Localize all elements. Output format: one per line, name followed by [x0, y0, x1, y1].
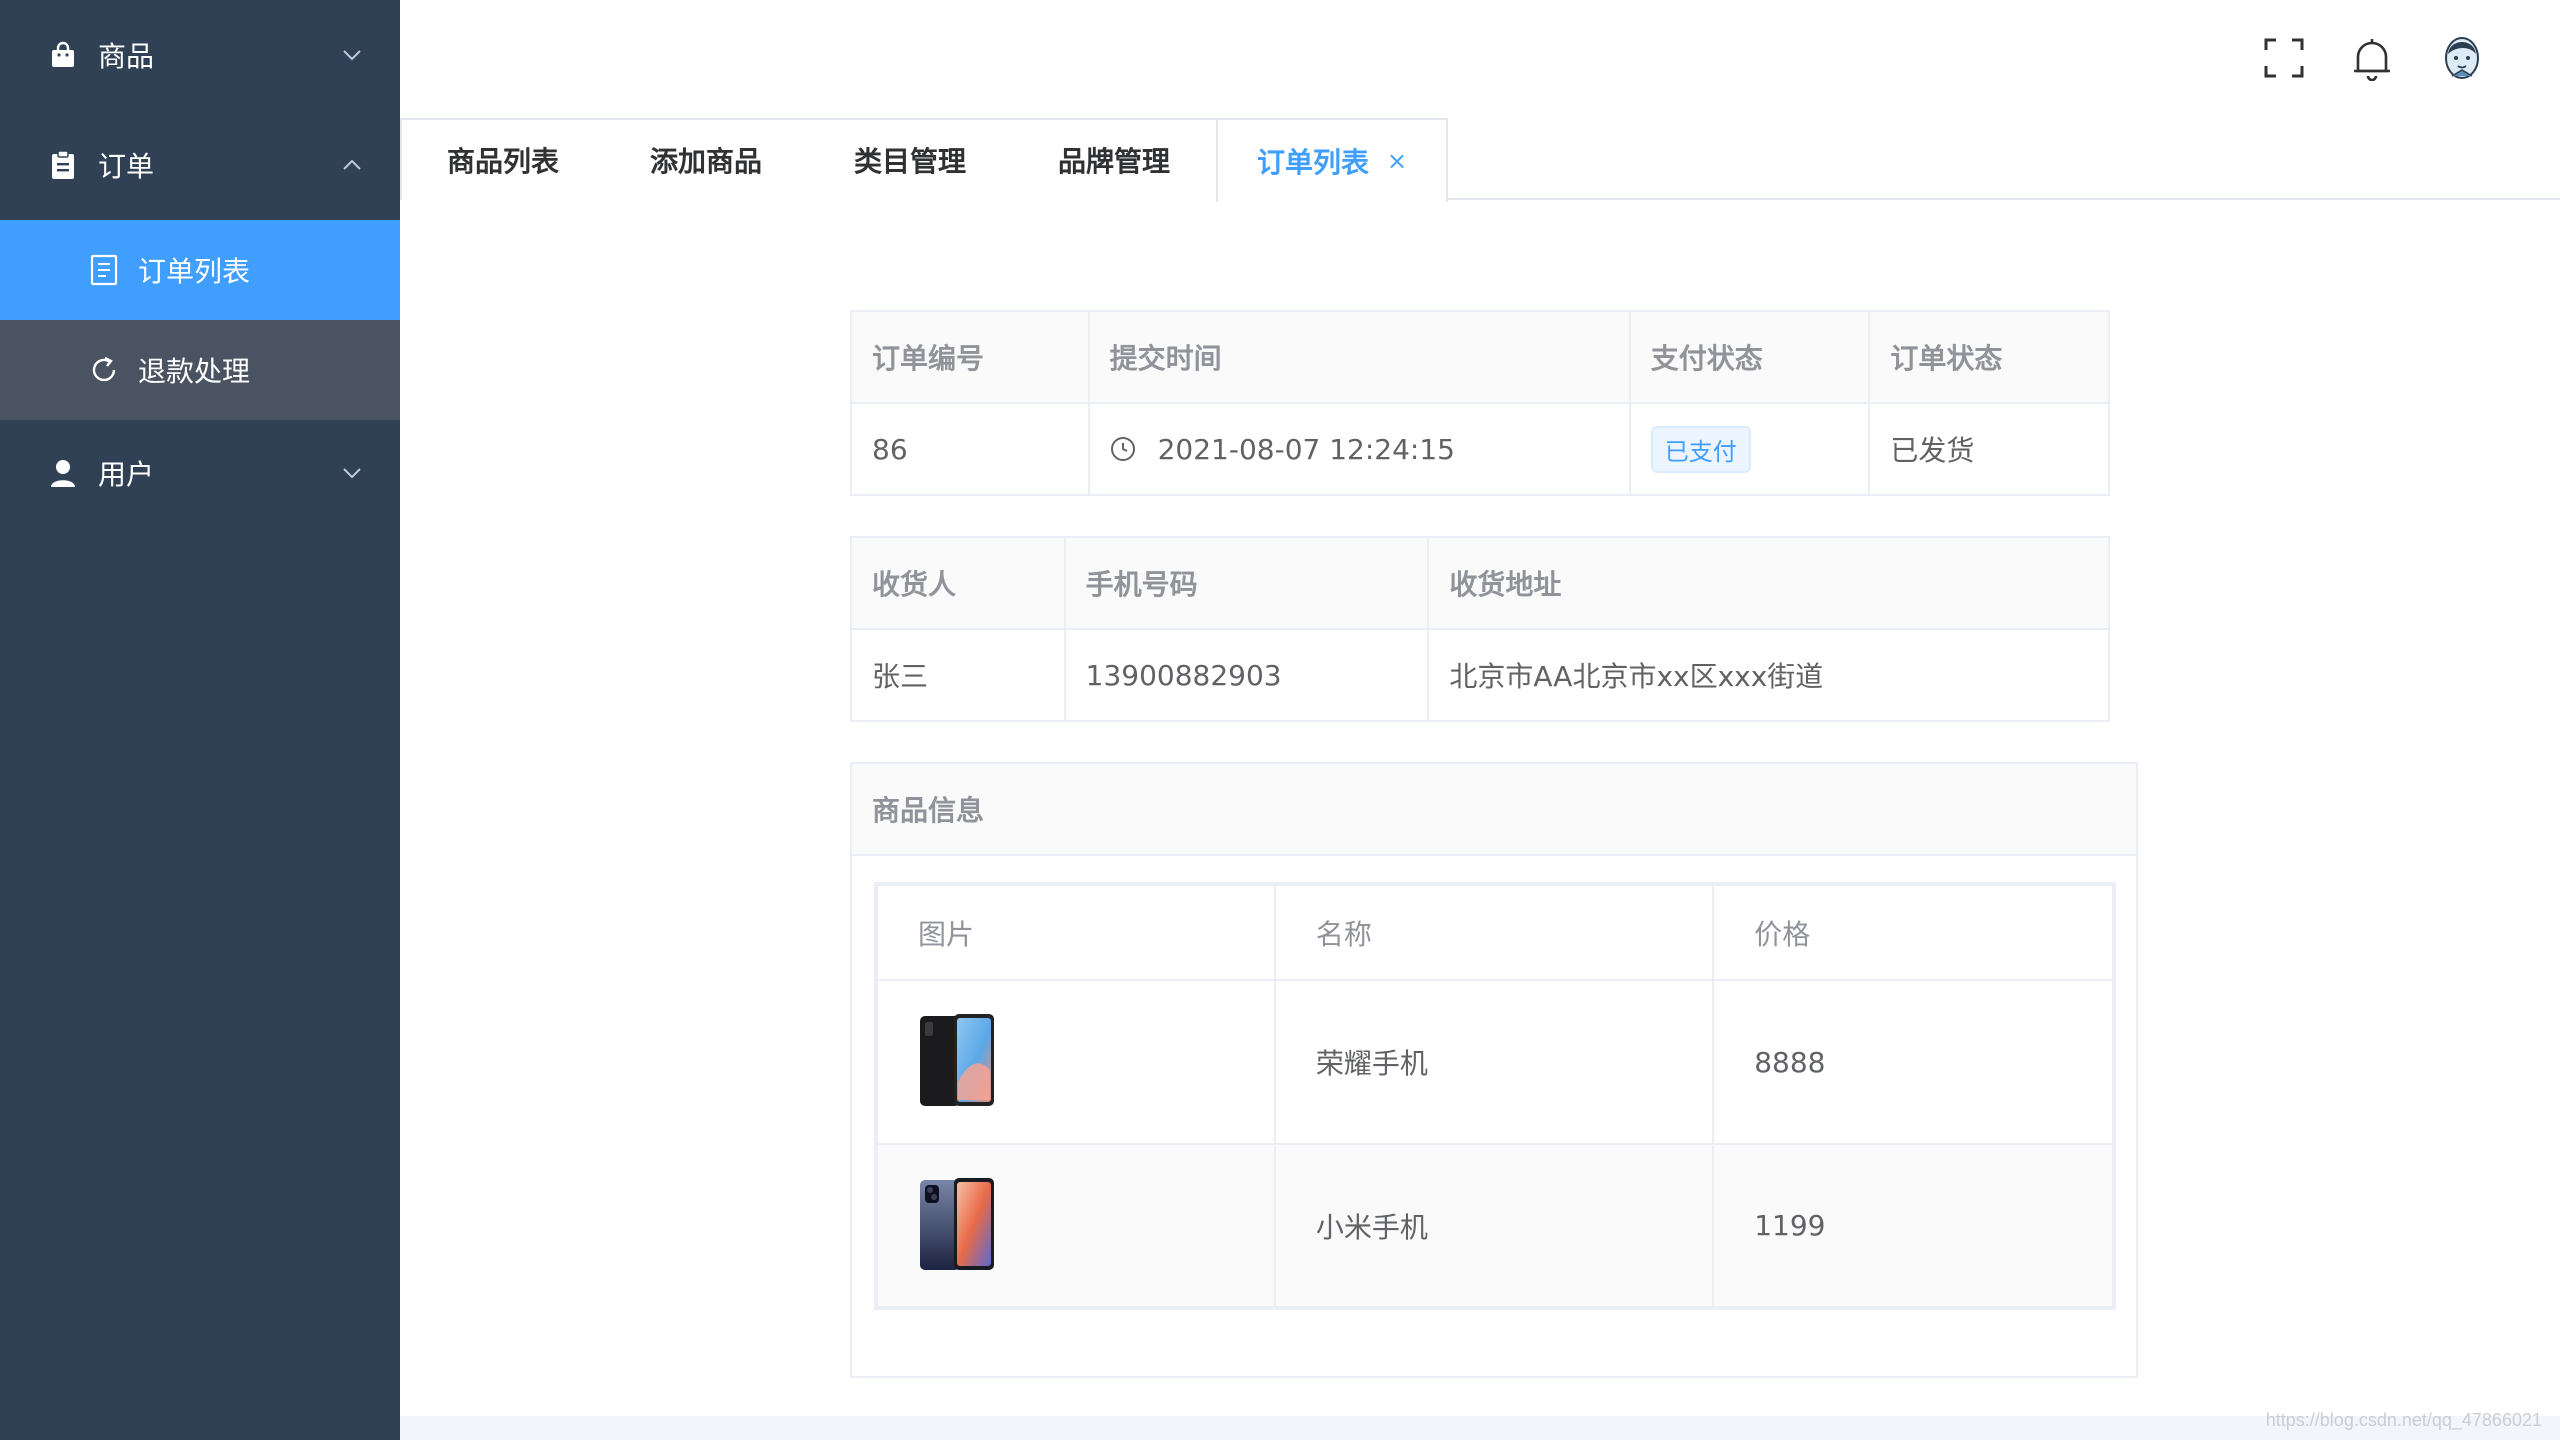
sidebar-menu-label: 订单 [98, 150, 155, 183]
tab-label: 品牌管理 [1057, 145, 1170, 178]
honor-phone-image [920, 1014, 994, 1106]
tab-label: 商品列表 [446, 145, 559, 178]
refresh-icon [88, 354, 120, 386]
goods-price-value: 1199 [1712, 1143, 2115, 1309]
header-order-status: 订单状态 [1868, 310, 2110, 404]
sidebar-menu-users[interactable]: 用户 [0, 420, 400, 526]
user-icon [48, 458, 78, 488]
sidebar-item-label: 订单列表 [138, 255, 251, 288]
header-phone: 手机号码 [1063, 536, 1430, 630]
pay-status-cell: 已支付 [1628, 402, 1871, 496]
tab-bar: 商品列表 添加商品 类目管理 品牌管理 订单列表 × [400, 118, 2560, 202]
clipboard-icon [48, 150, 78, 180]
bottom-strip [400, 1416, 2560, 1440]
header-price: 价格 [1712, 883, 2115, 981]
sidebar-menu-goods[interactable]: 商品 [0, 0, 400, 110]
order-detail-content: 订单编号 提交时间 支付状态 订单状态 86 2021-08-07 12:24:… [400, 202, 2560, 1416]
header-order-id: 订单编号 [850, 310, 1090, 404]
header-address: 收货地址 [1427, 536, 2110, 630]
header-receiver: 收货人 [850, 536, 1066, 630]
sidebar-item-label: 退款处理 [138, 355, 251, 388]
shopping-bag-icon [48, 40, 78, 70]
goods-price-value: 8888 [1712, 979, 2115, 1145]
header-submit-time: 提交时间 [1087, 310, 1631, 404]
table-row: 荣耀手机 8888 [875, 979, 2115, 1145]
goods-image-cell [875, 1143, 1276, 1309]
goods-info-panel: 商品信息 图片 名称 价格 荣耀手机 8888 小米手机 1199 [850, 762, 2138, 1378]
watermark: https://blog.csdn.net/qq_47866021 [2265, 1410, 2542, 1430]
goods-name-value: 荣耀手机 [1273, 979, 1715, 1145]
submit-time-cell: 2021-08-07 12:24:15 [1087, 402, 1631, 496]
receiver-info-table: 收货人 手机号码 收货地址 张三 13900882903 北京市AA北京市xx区… [850, 536, 2110, 722]
goods-name-value: 小米手机 [1273, 1143, 1715, 1309]
document-icon [88, 254, 120, 286]
tab-category[interactable]: 类目管理 [808, 118, 1014, 200]
goods-table: 图片 名称 价格 荣耀手机 8888 小米手机 1199 [874, 882, 2116, 1310]
avatar[interactable] [2436, 32, 2488, 84]
tab-add-goods[interactable]: 添加商品 [604, 118, 810, 200]
bell-icon[interactable] [2346, 32, 2398, 84]
clock-icon [1110, 437, 1135, 461]
sidebar-menu-label: 商品 [98, 40, 155, 73]
top-header [400, 0, 2560, 118]
goods-info-title: 商品信息 [852, 764, 2136, 856]
receiver-name-value: 张三 [850, 628, 1066, 722]
header-image: 图片 [875, 883, 1276, 981]
receiver-phone-value: 13900882903 [1063, 628, 1430, 722]
sidebar-menu-orders[interactable]: 订单 [0, 110, 400, 220]
tab-brand[interactable]: 品牌管理 [1012, 118, 1218, 200]
tab-goods-list[interactable]: 商品列表 [400, 118, 606, 200]
submit-time-value: 2021-08-07 12:24:15 [1157, 432, 1455, 466]
fullscreen-icon[interactable] [2258, 32, 2310, 84]
table-row: 小米手机 1199 [875, 1143, 2115, 1309]
tab-order-list[interactable]: 订单列表 × [1216, 118, 1448, 202]
chevron-up-icon [342, 155, 362, 175]
tab-label: 类目管理 [853, 145, 966, 178]
header-name: 名称 [1273, 883, 1715, 981]
sidebar-item-refund[interactable]: 退款处理 [0, 320, 400, 420]
chevron-down-icon [342, 45, 362, 65]
pay-status-badge: 已支付 [1650, 425, 1751, 473]
close-icon[interactable]: × [1387, 147, 1407, 175]
chevron-down-icon [342, 463, 362, 483]
sidebar-menu-label: 用户 [98, 458, 155, 491]
order-status-value: 已发货 [1868, 402, 2110, 496]
xiaomi-phone-image [920, 1177, 994, 1270]
goods-image-cell [875, 979, 1276, 1145]
sidebar-item-order-list[interactable]: 订单列表 [0, 220, 400, 320]
tab-label: 订单列表 [1256, 146, 1369, 179]
order-id-value: 86 [850, 402, 1090, 496]
tab-label: 添加商品 [649, 145, 762, 178]
receiver-address-value: 北京市AA北京市xx区xxx街道 [1427, 628, 2110, 722]
order-info-table: 订单编号 提交时间 支付状态 订单状态 86 2021-08-07 12:24:… [850, 310, 2110, 496]
sidebar: 商品 订单 订单列表 退款处理 用户 [0, 0, 400, 1440]
header-pay-status: 支付状态 [1628, 310, 1871, 404]
orders-submenu: 订单列表 退款处理 [0, 220, 400, 420]
